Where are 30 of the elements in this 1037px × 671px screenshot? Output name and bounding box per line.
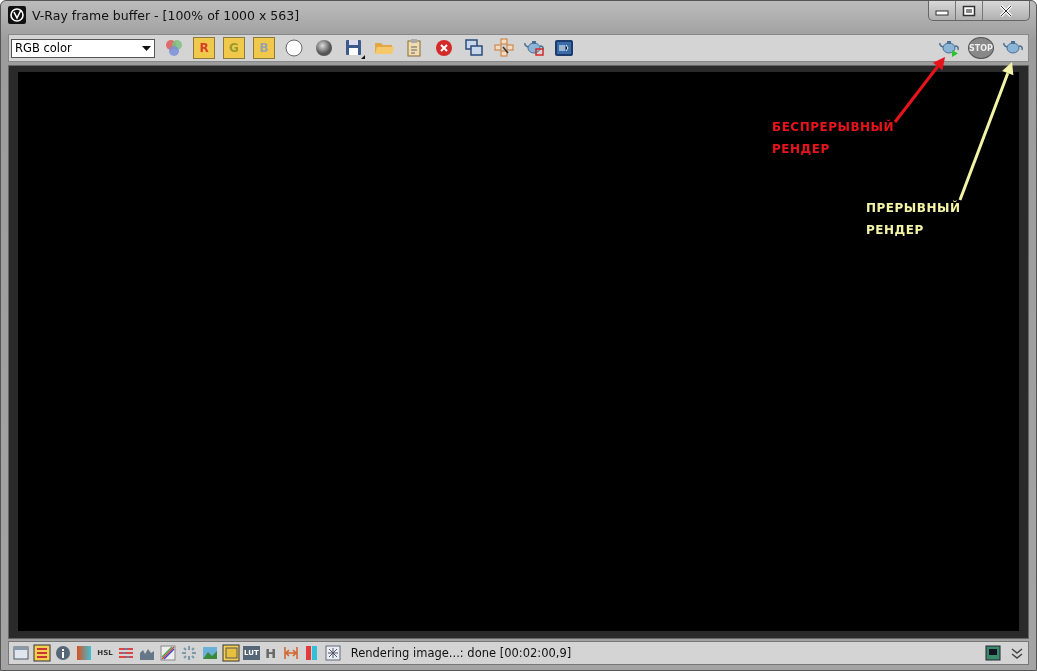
list-icon[interactable] [33, 644, 51, 662]
clear-icon[interactable] [433, 37, 455, 59]
circle-icon[interactable] [283, 37, 305, 59]
caret-icon [142, 45, 151, 51]
vray-logo-icon [8, 6, 26, 24]
panel-icon[interactable] [985, 645, 1001, 661]
sphere-icon[interactable] [313, 37, 335, 59]
info-icon[interactable] [54, 644, 72, 662]
window-icon[interactable] [12, 644, 30, 662]
h-button[interactable]: H [262, 645, 279, 661]
channel-toggle[interactable]: R [193, 37, 215, 59]
landscape-icon[interactable] [201, 644, 219, 662]
expand-icon[interactable] [1009, 645, 1025, 661]
curves-icon[interactable] [159, 644, 177, 662]
color-circles-icon[interactable] [163, 37, 185, 59]
gradient-icon[interactable] [75, 644, 93, 662]
windows-icon[interactable] [463, 37, 485, 59]
snowflake-icon[interactable] [323, 644, 342, 662]
stop-button[interactable]: STOP [968, 37, 994, 59]
annotation-label: БЕСПРЕРЫВНЫЙ РЕНДЕР [772, 118, 892, 158]
arrow [893, 57, 945, 123]
save-icon[interactable] [343, 37, 365, 59]
channel-dropdown[interactable]: RGB color [11, 38, 155, 58]
maximize-icon [962, 4, 976, 17]
close-icon [998, 4, 1014, 17]
width-arrows-icon[interactable] [281, 644, 300, 662]
frame-icon[interactable] [222, 644, 240, 662]
window-title: V-Ray frame buffer - [100% of 1000 x 563] [32, 7, 300, 23]
grid-arrow-icon[interactable] [493, 37, 515, 59]
status-message: Rendering image...: done [00:02:00,9] [350, 646, 572, 660]
